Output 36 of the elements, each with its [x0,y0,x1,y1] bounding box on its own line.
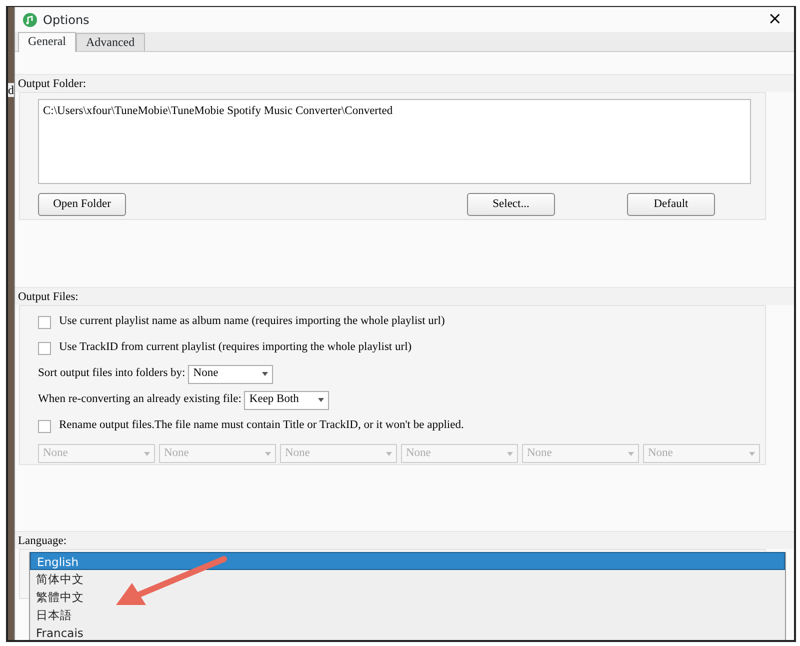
dropdown[interactable]: None [188,364,274,384]
window-title: Options [43,12,90,28]
section-label: Output Files: [15,287,794,305]
checkbox[interactable] [38,420,51,432]
caret-icon [265,452,271,456]
tab[interactable]: Advanced [76,33,145,51]
output-folder-field[interactable]: C:\Users\xfour\TuneMobie\TuneMobie Spotify Music Converter\Converted [38,99,751,184]
caret-icon [628,452,634,456]
dialog-button[interactable]: Select... [467,193,555,216]
caret-icon [386,452,392,456]
tab[interactable]: General [18,32,76,52]
checkbox[interactable] [38,316,51,328]
close-button[interactable]: × [764,11,786,28]
dialog-button[interactable]: Default [627,193,715,216]
section-label: Output Folder: [15,74,794,92]
background-window-text: d [8,83,14,97]
caret-icon [318,398,324,402]
option-label: When re-converting an already existing file: [38,392,242,408]
list-item[interactable]: 日本語 [30,606,785,624]
list-item[interactable]: 简体中文 [30,570,785,588]
option-label: Use TrackID from current playlist (requires importing the whole playlist url) [59,340,412,356]
caret-icon [262,372,268,376]
list-item[interactable]: English [30,552,785,570]
option-label: Rename output files.The file name must contain Title or TrackID, or it won't be applied. [59,418,464,434]
dropdown[interactable]: Keep Both [244,390,330,410]
checkbox[interactable] [38,342,51,354]
caret-icon [749,452,755,456]
option-label: Sort output files into folders by: [38,366,186,382]
dialog-button[interactable]: Open Folder [38,193,126,216]
app-logo-icon [23,12,37,26]
option-label: Use current playlist name as album name (requires importing the whole playlist url) [59,314,445,330]
section-label: Language: [15,531,794,549]
list-item[interactable]: Francais [30,624,785,640]
caret-icon [507,452,513,456]
caret-icon [144,452,150,456]
list-item[interactable]: 繁體中文 [30,588,785,606]
